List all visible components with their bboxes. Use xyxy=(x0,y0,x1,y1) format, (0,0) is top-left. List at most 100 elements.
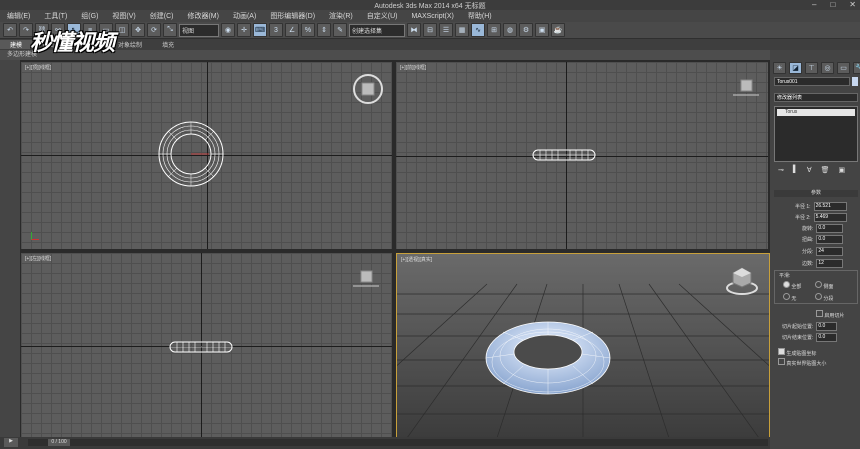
ribbon-tab[interactable]: 对象绘制 xyxy=(108,40,152,49)
layer-manager-icon[interactable]: ☰ xyxy=(439,23,453,37)
real-world-map-checkbox[interactable]: 真实世界贴图大小 xyxy=(778,358,826,367)
motion-tab-icon[interactable]: ◎ xyxy=(821,62,834,74)
show-end-result-icon[interactable]: ▌ xyxy=(793,166,798,174)
stack-item-torus[interactable]: Torus xyxy=(777,109,855,116)
maximize-icon[interactable]: □ xyxy=(830,0,835,9)
ribbon-tab[interactable]: 选择 xyxy=(76,40,108,49)
frame-counter[interactable]: 0 / 100 xyxy=(48,439,70,446)
object-name-field[interactable]: Torus001 xyxy=(774,77,850,86)
torus-wireframe-top[interactable] xyxy=(151,114,231,194)
select-manipulate-icon[interactable]: ✛ xyxy=(237,23,251,37)
configure-sets-icon[interactable]: ▣ xyxy=(839,166,846,174)
viewport-label[interactable]: [+][左][线框] xyxy=(25,255,51,262)
redo-icon[interactable]: ↷ xyxy=(19,23,33,37)
select-rotate-icon[interactable]: ⟳ xyxy=(147,23,161,37)
play-icon[interactable]: ▶ xyxy=(4,438,18,447)
rollout-parameters[interactable]: 参数 xyxy=(774,190,858,197)
generate-uv-checkbox[interactable]: 生成贴图坐标 xyxy=(778,348,816,357)
twist-spinner[interactable]: 0.0 xyxy=(816,235,844,244)
select-scale-icon[interactable]: ⤡ xyxy=(163,23,177,37)
reference-coordinate-select[interactable]: 视图 xyxy=(179,23,219,37)
smooth-segments-radio[interactable]: 分段 xyxy=(815,293,833,302)
viewcube-icon[interactable] xyxy=(351,72,385,106)
utilities-tab-icon[interactable]: 🔧 xyxy=(853,62,860,74)
undo-icon[interactable]: ↶ xyxy=(3,23,17,37)
menu-item[interactable]: 创建(C) xyxy=(143,11,181,21)
viewport-label[interactable]: [+][顶][线框] xyxy=(25,64,51,71)
make-unique-icon[interactable]: ∀ xyxy=(807,166,812,174)
keyboard-shortcut-icon[interactable]: ⌨ xyxy=(253,23,267,37)
viewport-left[interactable]: [+][左][线框] xyxy=(21,253,392,437)
link-icon[interactable]: ⛓ xyxy=(35,23,49,37)
torus-wireframe-front[interactable] xyxy=(532,148,596,162)
modifier-list-dropdown[interactable]: 修改器列表 xyxy=(774,93,858,102)
sides-spinner[interactable]: 12 xyxy=(816,259,844,268)
viewcube-icon[interactable] xyxy=(351,269,381,291)
time-slider[interactable]: 0 / 100 xyxy=(28,439,768,446)
snaps-toggle-icon[interactable]: 3 xyxy=(269,23,283,37)
menu-item[interactable]: 视图(V) xyxy=(105,11,142,21)
percent-snap-icon[interactable]: % xyxy=(301,23,315,37)
mirror-icon[interactable]: ⧓ xyxy=(407,23,421,37)
close-icon[interactable]: ✕ xyxy=(849,0,856,9)
menu-item[interactable]: 动画(A) xyxy=(226,11,263,21)
ribbon-tab[interactable]: 自由形式 xyxy=(32,40,76,49)
viewport-label[interactable]: [+][前][线框] xyxy=(400,64,426,71)
menu-item[interactable]: 渲染(R) xyxy=(322,11,360,21)
slice-to-spinner[interactable]: 0.0 xyxy=(816,333,838,342)
material-editor-icon[interactable]: ◍ xyxy=(503,23,517,37)
viewcube-icon[interactable] xyxy=(731,78,761,100)
slice-from-spinner[interactable]: 0.0 xyxy=(816,322,838,331)
menu-item[interactable]: 修改器(M) xyxy=(180,11,226,21)
slice-on-checkbox[interactable]: 启用切片 xyxy=(816,310,844,319)
pivot-center-icon[interactable]: ◉ xyxy=(221,23,235,37)
viewport-front[interactable]: [+][前][线框] xyxy=(396,62,768,249)
rendered-frame-icon[interactable]: ▣ xyxy=(535,23,549,37)
select-move-icon[interactable]: ✥ xyxy=(131,23,145,37)
object-color-swatch[interactable] xyxy=(852,77,858,86)
render-production-icon[interactable]: ☕ xyxy=(551,23,565,37)
unlink-icon[interactable]: ⚯ xyxy=(51,23,65,37)
smooth-none-radio[interactable]: 无 xyxy=(783,293,796,302)
select-by-name-icon[interactable]: ≡ xyxy=(83,23,97,37)
edit-named-selection-icon[interactable]: ✎ xyxy=(333,23,347,37)
align-icon[interactable]: ⊟ xyxy=(423,23,437,37)
create-tab-icon[interactable]: ☀ xyxy=(773,62,786,74)
hierarchy-tab-icon[interactable]: ⊤ xyxy=(805,62,818,74)
ribbon-tab[interactable]: 建模 xyxy=(0,40,33,49)
minimize-icon[interactable]: – xyxy=(812,0,816,9)
render-setup-icon[interactable]: ⚙ xyxy=(519,23,533,37)
menu-item[interactable]: MAXScript(X) xyxy=(404,13,460,20)
torus-wireframe-left[interactable] xyxy=(169,340,233,354)
schematic-view-icon[interactable]: ⊞ xyxy=(487,23,501,37)
window-crossing-icon[interactable]: ◫ xyxy=(115,23,129,37)
select-object-icon[interactable]: ↖ xyxy=(67,23,81,37)
display-tab-icon[interactable]: ▭ xyxy=(837,62,850,74)
menu-item[interactable]: 自定义(U) xyxy=(360,11,405,21)
menu-item[interactable]: 工具(T) xyxy=(37,11,74,21)
rect-region-icon[interactable]: ▭ xyxy=(99,23,113,37)
angle-snap-icon[interactable]: ∠ xyxy=(285,23,299,37)
remove-modifier-icon[interactable]: 🗑 xyxy=(821,166,830,174)
radius1-spinner[interactable]: 26.521 xyxy=(813,202,847,211)
modify-tab-icon[interactable]: ◪ xyxy=(789,62,802,74)
curve-editor-icon[interactable]: ∿ xyxy=(471,23,485,37)
segments-spinner[interactable]: 24 xyxy=(816,247,844,256)
smooth-all-radio[interactable]: 全部 xyxy=(783,281,801,290)
viewcube-icon[interactable] xyxy=(724,266,760,296)
viewport-top[interactable]: [+][顶][线框] xyxy=(21,62,392,249)
torus-shaded-perspective[interactable] xyxy=(483,318,613,398)
menu-item[interactable]: 编辑(E) xyxy=(0,11,37,21)
radius2-spinner[interactable]: 5.469 xyxy=(813,213,847,222)
menu-item[interactable]: 组(G) xyxy=(74,11,105,21)
menu-item[interactable]: 图形编辑器(D) xyxy=(263,11,322,21)
named-selection-set[interactable]: 创建选择集 xyxy=(349,23,405,37)
ribbon-tab[interactable]: 填充 xyxy=(152,40,184,49)
graphite-toggle-icon[interactable]: ▦ xyxy=(455,23,469,37)
rotation-spinner[interactable]: 0.0 xyxy=(816,224,844,233)
pin-stack-icon[interactable]: ⊸ xyxy=(778,166,784,174)
spinner-snap-icon[interactable]: ⇕ xyxy=(317,23,331,37)
viewport-perspective[interactable]: [+][透视][真实] xyxy=(396,253,770,439)
menu-item[interactable]: 帮助(H) xyxy=(461,11,499,21)
smooth-sides-radio[interactable]: 侧面 xyxy=(815,281,833,290)
